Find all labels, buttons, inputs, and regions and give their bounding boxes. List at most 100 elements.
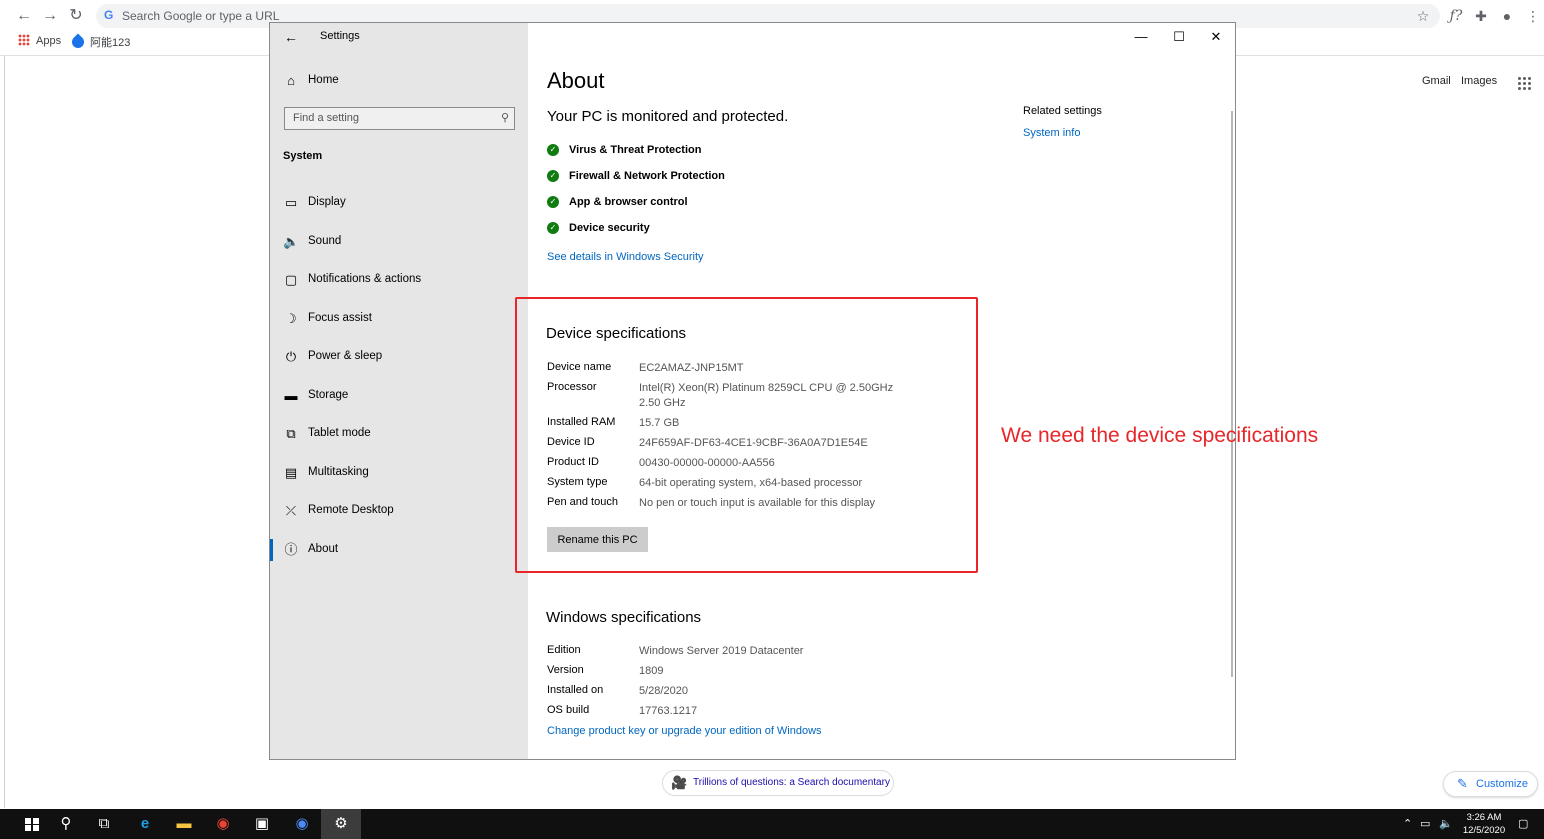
chevron-up-icon[interactable]: ⌃ (1403, 817, 1412, 830)
doodle-chip[interactable]: 🎥 Trillions of questions: a Search docum… (662, 770, 894, 796)
action-center-icon[interactable]: ▢ (1518, 817, 1528, 830)
sidebar-item-multitasking[interactable]: ▤ Multitasking (270, 456, 528, 490)
windows-security-link[interactable]: See details in Windows Security (547, 251, 704, 263)
file-explorer-icon[interactable]: ▬ (164, 809, 204, 839)
product-key-link[interactable]: Change product key or upgrade your editi… (547, 725, 822, 737)
sidebar-item-focus-assist[interactable]: ☽ Focus assist (270, 302, 528, 336)
sidebar-item-label: Notifications & actions (308, 273, 422, 285)
check-circle-icon: ✓ (547, 144, 559, 156)
command-prompt-icon[interactable]: ▣ (242, 809, 282, 839)
bookmark-favicon-icon (69, 33, 87, 51)
moon-icon: ☽ (285, 311, 297, 326)
scrollbar[interactable] (1231, 111, 1233, 677)
find-setting-input[interactable]: Find a setting ⚲ (284, 107, 515, 130)
windows-logo-icon (25, 818, 39, 831)
network-icon[interactable]: ▭ (1420, 817, 1430, 830)
chrome-menu-icon[interactable]: ⋮ (1523, 6, 1543, 26)
sidebar-item-notifications[interactable]: ▢ Notifications & actions (270, 263, 528, 297)
speaker-icon: 🔈 (283, 234, 300, 249)
power-icon: ⏻ (285, 349, 297, 364)
apps-grid-icon (18, 34, 30, 46)
bookmark-star-icon[interactable]: ☆ (1413, 6, 1433, 26)
chromium-icon[interactable]: ◉ (282, 809, 322, 839)
remote-desktop-icon: ⤫ (285, 503, 297, 518)
volume-muted-icon[interactable]: 🔈 (1439, 817, 1453, 830)
sidebar-item-remote-desktop[interactable]: ⤫ Remote Desktop (270, 494, 528, 528)
settings-gear-icon[interactable]: ⚙ (321, 809, 361, 839)
start-button[interactable] (6, 809, 46, 839)
spec-value: 1809 (639, 665, 664, 677)
sidebar-item-storage[interactable]: ▬ Storage (270, 379, 528, 413)
sidebar-item-label: About (308, 543, 339, 555)
camera-icon: 🎥 (671, 775, 688, 790)
sidebar-item-label: Power & sleep (308, 350, 383, 362)
sidebar-item-label: Home (308, 74, 339, 86)
system-info-link[interactable]: System info (1023, 127, 1080, 139)
doodle-chip-label: Trillions of questions: a Search documen… (693, 777, 890, 788)
google-apps-icon[interactable] (1517, 76, 1531, 90)
info-icon: ⓘ (284, 542, 298, 557)
sidebar-item-label: Sound (308, 235, 342, 247)
reload-icon[interactable]: ↻ (66, 6, 86, 26)
sidebar-item-label: Remote Desktop (308, 504, 394, 516)
sidebar-item-label: Multitasking (308, 466, 369, 478)
sidebar-item-display[interactable]: ▭ Display (270, 186, 528, 220)
search-placeholder: Find a setting (293, 112, 360, 124)
search-icon[interactable]: ⚲ (46, 809, 86, 839)
spec-value: 5/28/2020 (639, 685, 688, 697)
taskbar-clock[interactable]: 3:26 AM 12/5/2020 (1458, 811, 1510, 837)
protection-label: App & browser control (569, 196, 688, 208)
bookmark-apps[interactable]: Apps (18, 34, 61, 47)
home-icon: ⌂ (287, 73, 295, 88)
sidebar-item-home[interactable]: ⌂ Home (270, 64, 528, 98)
customize-button[interactable]: ✎ Customize (1443, 771, 1538, 797)
gmail-link[interactable]: Gmail (1422, 75, 1451, 87)
sidebar-item-tablet-mode[interactable]: ⧉ Tablet mode (270, 417, 528, 451)
protection-heading: Your PC is monitored and protected. (547, 108, 789, 125)
extensions-puzzle-icon[interactable]: ✚ (1471, 6, 1491, 26)
annotation-text: We need the device specifications (1001, 424, 1319, 447)
profile-avatar-icon[interactable]: ● (1497, 6, 1517, 26)
back-arrow-icon[interactable]: ← (284, 29, 298, 45)
bookmark-label: 阿能123 (90, 37, 131, 49)
sidebar-item-about[interactable]: ⓘ About (270, 533, 528, 567)
window-title: Settings (320, 30, 360, 42)
page-edge (4, 56, 5, 808)
forward-arrow-icon[interactable]: → (40, 6, 60, 26)
settings-sidebar: ← Settings ⌂ Home Find a setting ⚲ Syste… (270, 23, 528, 759)
back-arrow-icon[interactable]: ← (14, 6, 34, 26)
sidebar-item-label: Focus assist (308, 312, 372, 324)
sidebar-item-power[interactable]: ⏻ Power & sleep (270, 340, 528, 374)
close-icon[interactable]: ✕ (1206, 27, 1226, 47)
section-label: System (283, 150, 323, 162)
active-indicator (270, 539, 273, 561)
search-icon: ⚲ (500, 112, 509, 124)
sidebar-item-label: Display (308, 196, 346, 208)
sidebar-item-label: Storage (308, 389, 349, 401)
check-circle-icon: ✓ (547, 222, 559, 234)
maximize-icon[interactable]: ☐ (1169, 27, 1189, 47)
formula-extension-icon[interactable]: ƒ? (1446, 6, 1466, 26)
sidebar-item-label: Tablet mode (308, 427, 371, 439)
images-link[interactable]: Images (1461, 75, 1497, 87)
windows-specs-title: Windows specifications (546, 609, 702, 626)
chrome-icon[interactable]: ◉ (203, 809, 243, 839)
notification-icon: ▢ (284, 272, 298, 287)
monitor-icon: ▭ (284, 195, 298, 210)
desktop: ← → ↻ G Search Google or type a URL ☆ ƒ?… (0, 0, 1544, 839)
spec-key: OS build (547, 704, 590, 716)
protection-label: Virus & Threat Protection (569, 144, 702, 156)
bookmark-aneng123[interactable]: 阿能123 (69, 33, 131, 51)
related-settings-heading: Related settings (1023, 105, 1102, 117)
task-view-icon[interactable]: ⧉ (84, 809, 124, 839)
taskbar: ⚲ ⧉ e ▬ ◉ ▣ ◉ ⚙ ⌃ ▭ 🔈 3:26 AM 12/5/2020 … (0, 809, 1544, 839)
spec-value: 17763.1217 (639, 705, 698, 717)
check-circle-icon: ✓ (547, 170, 559, 182)
sidebar-item-sound[interactable]: 🔈 Sound (270, 225, 528, 259)
internet-explorer-icon[interactable]: e (125, 809, 165, 839)
spec-key: Installed on (547, 684, 604, 696)
protection-label: Firewall & Network Protection (569, 170, 725, 182)
check-circle-icon: ✓ (547, 196, 559, 208)
minimize-icon[interactable]: — (1131, 27, 1151, 47)
clock-date: 12/5/2020 (1462, 825, 1506, 836)
